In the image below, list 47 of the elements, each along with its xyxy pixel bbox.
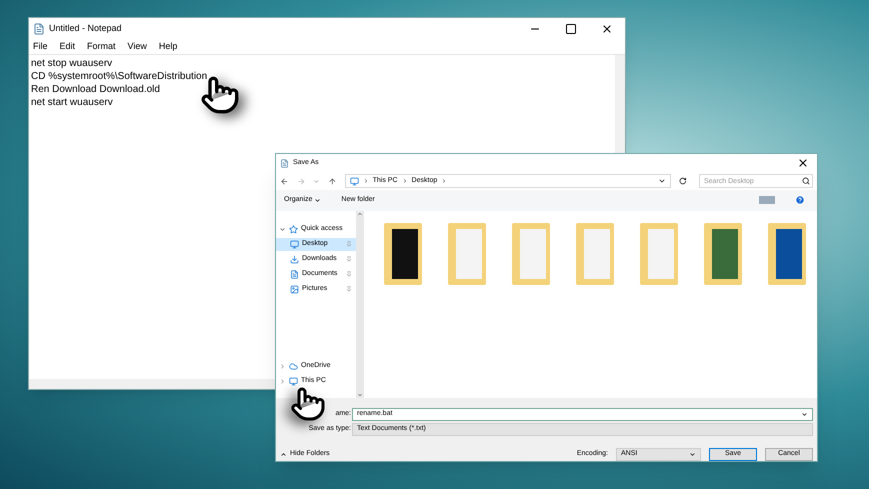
menu-item[interactable]: Edit [60,40,76,54]
chevron-icon [441,178,448,184]
document-icon [290,270,299,279]
scrollbar[interactable] [356,210,364,398]
close-icon[interactable] [797,157,809,170]
scroll-down-icon[interactable] [357,392,363,398]
close-icon[interactable] [601,22,613,34]
folder-icon[interactable] [384,222,422,285]
dropdown-icon[interactable] [801,411,808,418]
star-icon [289,224,298,234]
text-line: net start wuauserv [31,96,113,109]
caret-icon [314,196,322,204]
chevron-icon[interactable] [279,226,286,233]
pin-icon [346,256,352,262]
hand-pointer-icon [290,386,326,422]
back-icon[interactable] [280,176,289,186]
cloud-icon [289,362,298,371]
dropdown-icon [689,451,696,458]
download-icon [290,254,299,264]
up-icon[interactable] [328,176,337,186]
chevron-icon [402,178,408,184]
text-line: net stop wuauserv [31,57,112,70]
notepad-icon [33,22,45,34]
text-line: CD %systemroot%\SoftwareDistribution [31,70,208,83]
window-title: Untitled - Notepad [49,22,122,35]
chevron-icon [362,178,369,184]
menu-item[interactable]: Format [87,40,116,54]
help-icon[interactable] [795,195,805,206]
pin-icon [346,241,352,248]
menu-item[interactable]: File [33,40,48,54]
dropdown-icon[interactable] [658,177,666,185]
maximize-icon[interactable] [565,22,577,34]
scroll-up-icon[interactable] [357,210,363,217]
caret-icon [280,451,287,458]
pin-icon [346,271,352,278]
pc-icon [350,176,359,186]
monitor-icon [289,376,298,386]
folder-icon[interactable] [768,222,806,285]
dialog-icon [280,158,289,168]
search-icon [802,177,810,185]
monitor-icon [290,240,299,249]
picture-icon [290,284,299,294]
menu-item[interactable]: View [128,40,147,54]
menu-item[interactable]: Help [158,40,178,54]
refresh-icon[interactable] [679,177,687,185]
pin-icon [346,286,352,292]
text-line: Ren Download Download.old [31,83,160,96]
